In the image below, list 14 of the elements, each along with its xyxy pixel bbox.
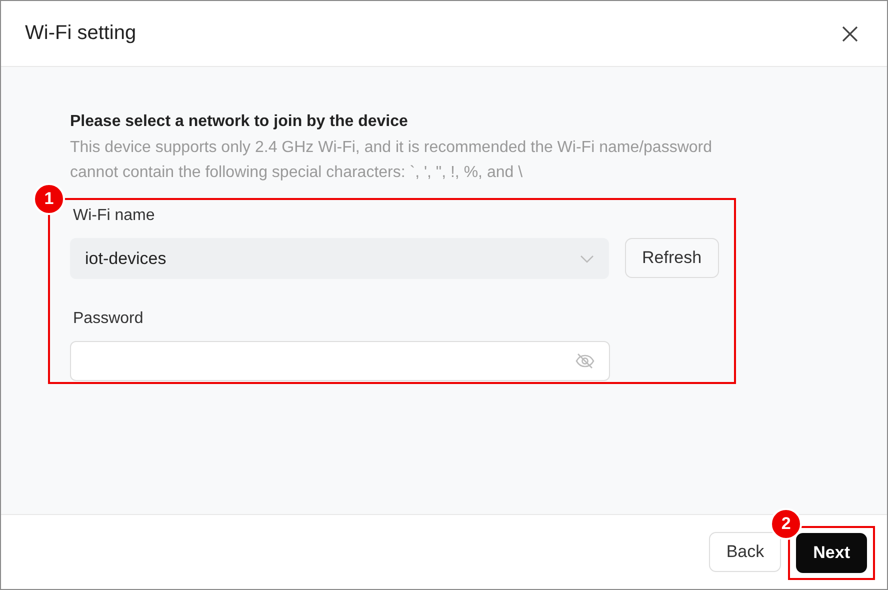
close-icon[interactable] [842,26,858,42]
field-label: Wi-Fi name [73,206,156,226]
refresh-button[interactable]: Refresh [625,238,719,278]
chevron-down-icon [580,254,594,262]
instruction-heading: Please select a network to join by the device [70,112,409,132]
password-field[interactable] [70,341,610,381]
wifi-name-select[interactable]: iot-devices [70,238,609,279]
dialog-title: Wi-Fi setting [25,22,136,45]
eye-slash-icon[interactable] [575,353,595,369]
instruction-text: This device supports only 2.4 GHz Wi-Fi, and it is recommended the Wi-Fi name/password cannot contain the following special characters: `, ', ", !, %, and \ [70,138,714,183]
field-label: Password [73,309,144,329]
next-button[interactable]: Next [796,533,867,573]
step-badge: 1 [33,183,65,215]
back-button[interactable]: Back [709,532,782,572]
